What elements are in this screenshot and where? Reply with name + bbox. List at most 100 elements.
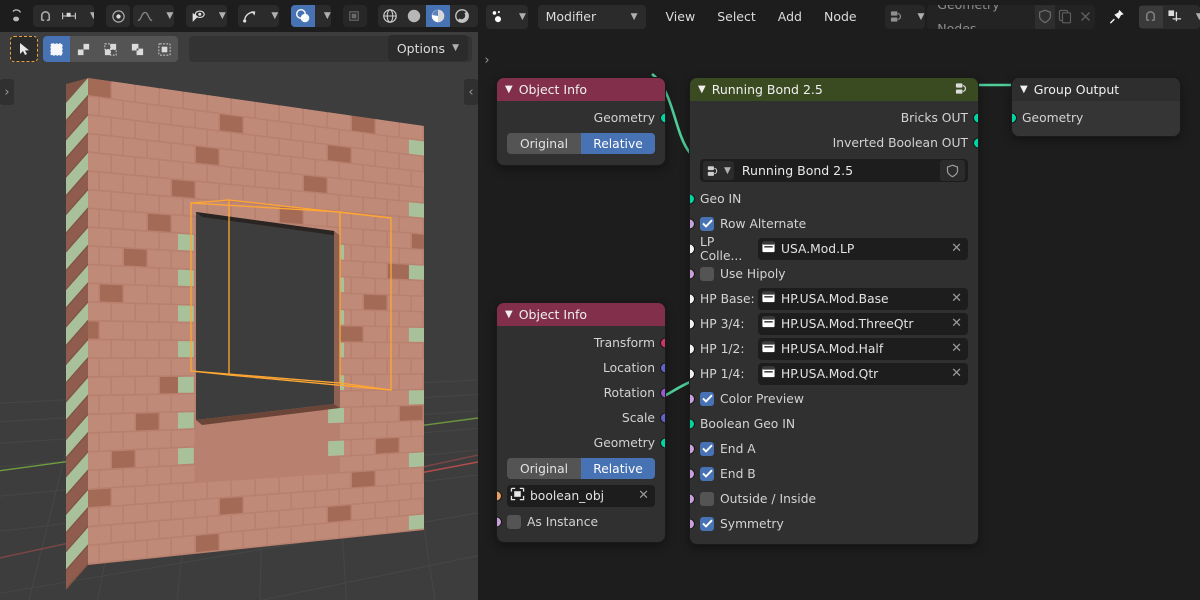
node-group-browse-icon[interactable]: ▼: [703, 161, 734, 180]
viewport-render-icon[interactable]: [342, 5, 367, 27]
node-snap-chevron-down-icon[interactable]: ▼: [1187, 6, 1200, 28]
checkbox-as-instance[interactable]: [507, 514, 521, 529]
input-boolean-geo-in[interactable]: Boolean Geo IN: [690, 411, 978, 436]
toggle-relative[interactable]: Relative: [581, 458, 655, 479]
magnet-icon[interactable]: [1138, 5, 1163, 28]
node-tree-mode-selector[interactable]: Modifier ▼: [537, 4, 646, 29]
clear-icon[interactable]: ✕: [949, 291, 964, 306]
socket-geo-in[interactable]: [690, 193, 695, 204]
socket-geometry-out[interactable]: [660, 437, 665, 448]
socket-location-out[interactable]: [660, 362, 665, 373]
menu-select[interactable]: Select: [707, 5, 766, 29]
transform-dropdown-chevron-icon[interactable]: ▼: [262, 5, 279, 27]
copy-icon[interactable]: [1055, 5, 1075, 29]
input-as-instance[interactable]: As Instance: [497, 509, 665, 534]
select-mode-invert[interactable]: [124, 36, 151, 62]
visibility-dropdown-chevron-icon[interactable]: ▼: [210, 5, 227, 27]
socket-row-alternate[interactable]: [690, 218, 695, 229]
input-hp-qtr[interactable]: HP 1/4: HP.USA.Mod.Qtr ✕: [690, 361, 978, 386]
datablock-browse-group[interactable]: ▼: [884, 4, 926, 29]
socket-geometry-out[interactable]: [660, 112, 665, 123]
field-hp-threeqtr[interactable]: HP.USA.Mod.ThreeQtr ✕: [758, 312, 968, 335]
snap-group[interactable]: ▼: [33, 5, 95, 27]
node-header[interactable]: ▼ Group Output: [1012, 78, 1180, 101]
node-group-output[interactable]: ▼ Group Output Geometry: [1012, 78, 1180, 136]
output-location[interactable]: Location: [497, 355, 665, 380]
viewport-left-panel-arrow[interactable]: ›: [0, 79, 14, 105]
toggle-relative[interactable]: Relative: [581, 133, 655, 154]
clear-icon[interactable]: ✕: [949, 316, 964, 331]
field-object[interactable]: boolean_obj ✕: [507, 484, 655, 507]
node-object-info-top[interactable]: ▼ Object Info Geometry Original Relative: [497, 78, 665, 165]
select-mode-bar[interactable]: [43, 36, 178, 62]
socket-inverted-boolean-out[interactable]: [973, 137, 978, 148]
select-mode-new[interactable]: [43, 36, 70, 62]
node-group-datablock[interactable]: Geometry Nodes: [927, 4, 1095, 29]
input-hp-base[interactable]: HP Base: HP.USA.Mod.Base ✕: [690, 286, 978, 311]
socket-scale-out[interactable]: [660, 412, 665, 423]
socket-symmetry[interactable]: [690, 518, 695, 529]
socket-transform-out[interactable]: [660, 337, 665, 348]
input-use-hipoly[interactable]: Use Hipoly: [690, 261, 978, 286]
menu-node[interactable]: Node: [814, 5, 867, 29]
socket-outside-inside[interactable]: [690, 493, 695, 504]
clear-icon[interactable]: ✕: [949, 341, 964, 356]
collapse-chevron-down-icon[interactable]: ▼: [505, 309, 513, 320]
socket-lp-collection[interactable]: [690, 243, 695, 254]
close-icon[interactable]: [1075, 5, 1095, 29]
output-rotation[interactable]: Rotation: [497, 380, 665, 405]
snap-magnet-icon[interactable]: [33, 5, 57, 27]
socket-rotation-out[interactable]: [660, 387, 665, 398]
viewport-header[interactable]: ▼ ▼ ▼ ▼ ▼: [0, 0, 478, 32]
node-object-info-bottom[interactable]: ▼ Object Info Transform Location Rotatio…: [497, 303, 665, 542]
select-mode-subtract[interactable]: [97, 36, 124, 62]
proportional-falloff-group[interactable]: ▼: [133, 5, 174, 27]
input-geometry[interactable]: Geometry: [1012, 105, 1180, 130]
socket-use-hipoly[interactable]: [690, 268, 695, 279]
socket-hp-threeqtr[interactable]: [690, 318, 695, 329]
socket-boolean-geo-in[interactable]: [690, 418, 695, 429]
checkbox-use-hipoly[interactable]: [700, 266, 714, 281]
checkbox-row-alternate[interactable]: [700, 216, 714, 231]
node-group-name-field[interactable]: ▼ Running Bond 2.5: [700, 159, 968, 182]
node-editor-header[interactable]: ▼ Modifier ▼ View Select Add Node ▼ Geom…: [478, 0, 1200, 33]
output-geometry[interactable]: Geometry: [497, 105, 665, 130]
clear-icon[interactable]: ✕: [949, 241, 964, 256]
geometry-node-editor[interactable]: ▼ Modifier ▼ View Select Add Node ▼ Geom…: [478, 0, 1200, 600]
input-hp-half[interactable]: HP 1/2: HP.USA.Mod.Half ✕: [690, 336, 978, 361]
input-hp-threeqtr[interactable]: HP 3/4: HP.USA.Mod.ThreeQtr ✕: [690, 311, 978, 336]
field-lp-collection[interactable]: USA.Mod.LP ✕: [758, 237, 968, 260]
checkbox-color-preview[interactable]: [700, 391, 714, 406]
overlay-arrow-icon[interactable]: [238, 5, 262, 27]
3d-viewport[interactable]: ▼ ▼ ▼ ▼ ▼ Options ▼ › ‹: [0, 0, 478, 600]
output-transform[interactable]: Transform: [497, 330, 665, 355]
node-header[interactable]: ▼ Object Info: [497, 78, 665, 101]
transform-orient-group[interactable]: ▼: [238, 5, 280, 27]
node-snap-group[interactable]: ▼: [1138, 4, 1200, 29]
node-header[interactable]: ▼ Object Info: [497, 303, 665, 326]
toggle-original[interactable]: Original: [507, 133, 581, 154]
input-row-alternate[interactable]: Row Alternate: [690, 211, 978, 236]
node-running-bond[interactable]: ▼ Running Bond 2.5 Bricks OUT Inverted B…: [690, 78, 978, 544]
socket-hp-qtr[interactable]: [690, 368, 695, 379]
socket-object-in[interactable]: [497, 490, 502, 501]
collapse-chevron-down-icon[interactable]: ▼: [698, 84, 706, 95]
field-hp-half[interactable]: HP.USA.Mod.Half ✕: [758, 337, 968, 360]
snap-dropdown-chevron-icon[interactable]: ▼: [81, 5, 94, 27]
toggle-original[interactable]: Original: [507, 458, 581, 479]
editor-type-icon[interactable]: [6, 5, 30, 27]
origin-toggle-group[interactable]: Original Relative: [507, 133, 655, 154]
cursor-tool-icon[interactable]: [10, 36, 38, 62]
menu-view[interactable]: View: [656, 5, 706, 29]
field-hp-qtr[interactable]: HP.USA.Mod.Qtr ✕: [758, 362, 968, 385]
socket-as-instance[interactable]: [497, 516, 502, 527]
xray-group[interactable]: ▼: [290, 5, 331, 27]
socket-hp-base[interactable]: [690, 293, 695, 304]
xray-dropdown-chevron-icon[interactable]: ▼: [315, 5, 331, 27]
snap-grid-icon[interactable]: [1163, 6, 1187, 28]
datablock-chevron-down-icon[interactable]: ▼: [909, 6, 926, 28]
snap-increment-icon[interactable]: [57, 5, 81, 27]
clear-icon[interactable]: ✕: [636, 488, 651, 503]
input-outside-inside[interactable]: Outside / Inside: [690, 486, 978, 511]
input-lp-collection[interactable]: LP Colle... USA.Mod.LP ✕: [690, 235, 978, 263]
